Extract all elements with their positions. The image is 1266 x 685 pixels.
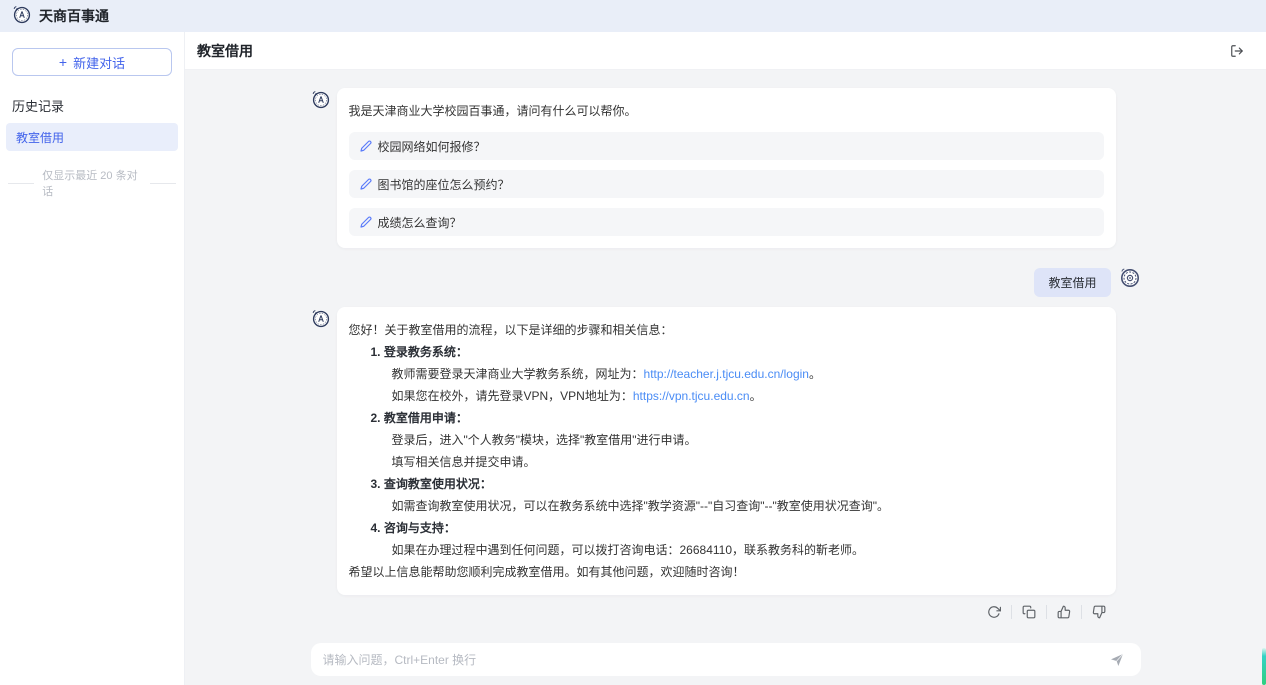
new-chat-button[interactable]: + 新建对话 xyxy=(12,48,172,76)
suggested-question[interactable]: 成绩怎么查询？ xyxy=(349,208,1104,236)
new-chat-label: 新建对话 xyxy=(73,53,125,72)
user-message-row: 教室借用 xyxy=(311,268,1141,297)
pen-icon xyxy=(360,140,372,152)
export-icon[interactable] xyxy=(1230,44,1244,58)
conversation-title: 教室借用 xyxy=(197,41,253,61)
answer-step-title: 1. 登录教务系统： xyxy=(349,341,1104,363)
suggested-question-text: 校园网络如何报修？ xyxy=(378,138,486,155)
answer-step-line: 填写相关信息并提交申请。 xyxy=(349,451,1104,473)
bot-avatar xyxy=(311,309,330,331)
answer-intro: 您好！关于教室借用的流程，以下是详细的步骤和相关信息： xyxy=(349,319,1104,341)
greeting-text: 我是天津商业大学校园百事通，请问有什么可以帮你。 xyxy=(349,100,1104,122)
answer-step-line: 如需查询教室使用状况，可以在教务系统中选择"教学资源"--"自习查询"--"教室… xyxy=(349,495,1104,517)
message-input[interactable] xyxy=(323,653,1109,667)
answer-step-title: 4. 咨询与支持： xyxy=(349,517,1104,539)
suggested-question-text: 成绩怎么查询？ xyxy=(378,214,462,231)
app-header: 天商百事通 xyxy=(0,0,1266,32)
suggested-question[interactable]: 校园网络如何报修？ xyxy=(349,132,1104,160)
bot-message-row: 您好！关于教室借用的流程，以下是详细的步骤和相关信息： 1. 登录教务系统：教师… xyxy=(311,307,1141,595)
answer-step-line: 教师需要登录天津商业大学教务系统，网址为：http://teacher.j.tj… xyxy=(349,363,1104,385)
suggested-question[interactable]: 图书馆的座位怎么预约？ xyxy=(349,170,1104,198)
user-avatar xyxy=(1119,267,1141,292)
app-logo-icon xyxy=(12,5,31,27)
answer-step-title: 2. 教室借用申请： xyxy=(349,407,1104,429)
answer-outro: 希望以上信息能帮助您顺利完成教室借用。如有其他问题，欢迎随时咨询！ xyxy=(349,561,1104,583)
inline-link[interactable]: http://teacher.j.tjcu.edu.cn/login xyxy=(644,367,809,381)
like-icon[interactable] xyxy=(1046,605,1081,619)
copy-icon[interactable] xyxy=(1011,605,1046,619)
answer-card: 您好！关于教室借用的流程，以下是详细的步骤和相关信息： 1. 登录教务系统：教师… xyxy=(337,307,1116,595)
answer-steps: 1. 登录教务系统：教师需要登录天津商业大学教务系统，网址为：http://te… xyxy=(349,341,1104,561)
suggested-questions: 校园网络如何报修？ 图书馆的座位怎么预约？ 成绩怎么查询？ xyxy=(349,132,1104,236)
paper-plane-icon[interactable] xyxy=(1109,652,1125,668)
greeting-card: 我是天津商业大学校园百事通，请问有什么可以帮你。 校园网络如何报修？ 图书馆的座位… xyxy=(337,88,1116,248)
message-actions xyxy=(311,605,1141,619)
history-limit-text: 仅显示最近 20 条对话 xyxy=(42,167,142,199)
main-content: 教室借用 xyxy=(185,32,1266,685)
bot-message-row: 我是天津商业大学校园百事通，请问有什么可以帮你。 校园网络如何报修？ 图书馆的座位… xyxy=(311,88,1141,248)
conversation-header: 教室借用 xyxy=(185,32,1266,70)
inline-link[interactable]: https://vpn.tjcu.edu.cn xyxy=(633,389,750,403)
dislike-icon[interactable] xyxy=(1081,605,1116,619)
user-message-bubble: 教室借用 xyxy=(1034,268,1110,297)
bot-avatar xyxy=(311,90,330,112)
answer-step-line: 登录后，进入"个人教务"模块，选择"教室借用"进行申请。 xyxy=(349,429,1104,451)
suggested-question-text: 图书馆的座位怎么预约？ xyxy=(378,176,510,193)
sidebar: + 新建对话 历史记录 教室借用 仅显示最近 20 条对话 xyxy=(0,32,185,685)
scrollbar-thumb[interactable] xyxy=(1262,648,1266,685)
divider-line xyxy=(8,183,34,184)
history-section-label: 历史记录 xyxy=(0,84,184,123)
sidebar-item-conversation[interactable]: 教室借用 xyxy=(6,123,178,151)
input-bar xyxy=(185,643,1266,685)
message-input-box[interactable] xyxy=(311,643,1141,676)
pen-icon xyxy=(360,216,372,228)
divider-line xyxy=(150,183,176,184)
history-limit-note: 仅显示最近 20 条对话 xyxy=(0,167,184,199)
pen-icon xyxy=(360,178,372,190)
app-title: 天商百事通 xyxy=(39,6,109,26)
chat-area[interactable]: 我是天津商业大学校园百事通，请问有什么可以帮你。 校园网络如何报修？ 图书馆的座位… xyxy=(185,70,1266,643)
answer-step-line: 如果您在校外，请先登录VPN，VPN地址为：https://vpn.tjcu.e… xyxy=(349,385,1104,407)
regenerate-icon[interactable] xyxy=(977,605,1011,619)
answer-step-title: 3. 查询教室使用状况： xyxy=(349,473,1104,495)
plus-icon: + xyxy=(59,54,67,70)
answer-step-line: 如果在办理过程中遇到任何问题，可以拨打咨询电话：26684110，联系教务科的靳… xyxy=(349,539,1104,561)
conversation-label: 教室借用 xyxy=(16,129,64,146)
